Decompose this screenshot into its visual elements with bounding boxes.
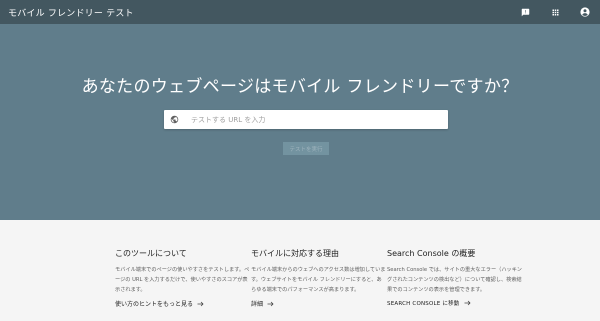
arrow-right-icon <box>197 301 204 307</box>
hero-section: あなたのウェブページはモバイル フレンドリーですか？ テストを実行 <box>0 24 600 220</box>
globe-icon <box>170 115 179 124</box>
search-console-section: Search Console の概要 Search Console では、サイト… <box>387 248 522 307</box>
link-label: 詳細 <box>251 301 264 308</box>
arrow-right-icon <box>267 301 274 307</box>
apps-grid-icon[interactable] <box>550 7 560 17</box>
feedback-icon[interactable] <box>520 7 530 17</box>
about-tool-section: このツールについて モバイル端末でのページの使いやすさをテストします。ページの … <box>115 248 250 308</box>
section-body: Search Console では、サイトの重大なエラー（ハッキングされたコンテ… <box>387 267 522 293</box>
app-title: モバイル フレンドリー テスト <box>8 8 134 19</box>
link-label: SEARCH CONSOLE に移動 <box>387 301 460 307</box>
url-input[interactable] <box>191 110 431 129</box>
tips-link[interactable]: 使い方のヒントをもっと見る <box>115 299 250 308</box>
section-body: モバイル端末でのページの使いやすさをテストします。ページの URL を入力するだ… <box>115 267 250 293</box>
hero-heading: あなたのウェブページはモバイル フレンドリーですか？ <box>81 77 519 97</box>
top-app-bar: モバイル フレンドリー テスト <box>0 0 600 24</box>
top-bar-actions <box>520 7 590 17</box>
why-mobile-section: モバイルに対応する理由 モバイル端末からのウェブへのアクセス数は増加しています。… <box>251 248 386 308</box>
link-label: 使い方のヒントをもっと見る <box>115 301 194 308</box>
section-title: このツールについて <box>115 249 187 258</box>
account-icon[interactable] <box>580 7 590 17</box>
search-console-link[interactable]: SEARCH CONSOLE に移動 <box>387 299 522 307</box>
arrow-right-icon <box>464 300 471 306</box>
section-title: Search Console の概要 <box>387 249 476 258</box>
section-title: モバイルに対応する理由 <box>251 249 339 258</box>
run-test-button[interactable]: テストを実行 <box>283 142 329 155</box>
url-input-box[interactable] <box>164 110 448 129</box>
details-link[interactable]: 詳細 <box>251 299 386 308</box>
section-body: モバイル端末からのウェブへのアクセス数は増加しています。ウェブサイトをモバイル … <box>251 267 386 293</box>
